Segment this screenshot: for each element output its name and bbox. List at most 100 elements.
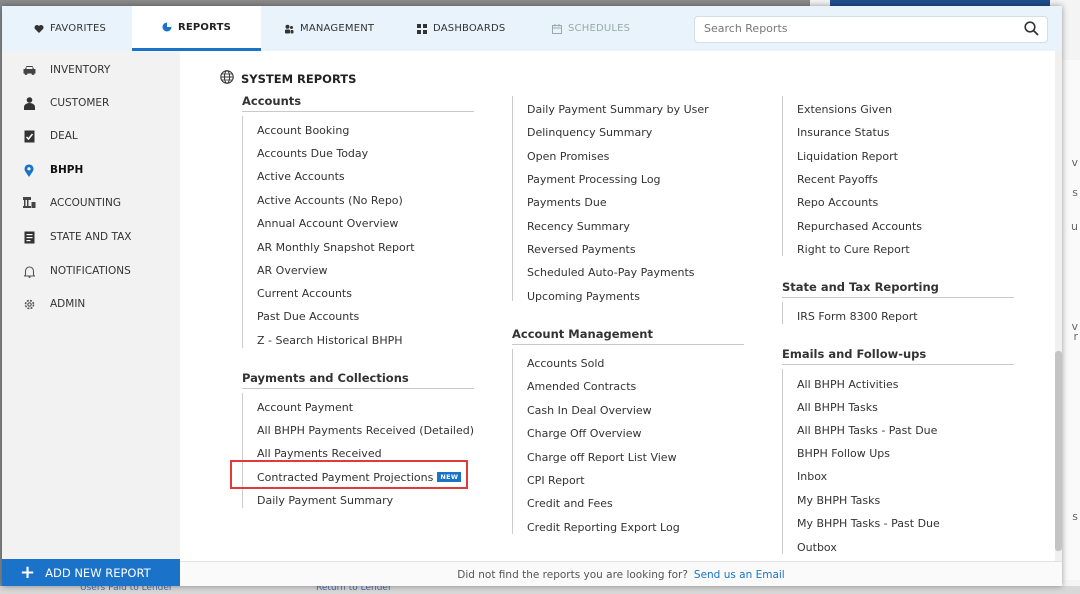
sidebar-item-customer[interactable]: CUSTOMER (22, 94, 109, 112)
search-box (694, 16, 1048, 43)
section-heading-accounts: Accounts (242, 94, 474, 112)
report-link[interactable]: Account Booking (257, 124, 349, 137)
sidebar-item-label: INVENTORY (50, 64, 111, 76)
report-link[interactable]: Reversed Payments (527, 243, 636, 256)
section-heading-account-management: Account Management (512, 327, 744, 345)
report-link[interactable]: Account Payment (257, 401, 353, 414)
report-link[interactable]: Repurchased Accounts (797, 220, 922, 233)
report-link[interactable]: Right to Cure Report (797, 243, 910, 256)
sidebar-item-label: DEAL (50, 130, 78, 142)
globe-icon (220, 70, 234, 87)
search-icon[interactable] (1024, 21, 1039, 40)
footer-text: Did not find the reports you are looking… (457, 568, 688, 581)
content-scrollbar[interactable] (1055, 51, 1062, 561)
report-link[interactable]: Daily Payment Summary (257, 494, 393, 507)
report-link[interactable]: Charge Off Overview (527, 427, 642, 440)
modal-footer: Did not find the reports you are looking… (180, 561, 1062, 586)
report-link[interactable]: Delinquency Summary (527, 126, 652, 139)
gear-icon (22, 297, 36, 311)
report-link[interactable]: Payment Processing Log (527, 173, 661, 186)
section-divider (782, 96, 783, 256)
report-link[interactable]: Recent Payoffs (797, 173, 878, 186)
report-link[interactable]: Liquidation Report (797, 150, 898, 163)
report-link[interactable]: Charge off Report List View (527, 451, 677, 464)
report-link[interactable]: AR Monthly Snapshot Report (257, 241, 415, 254)
sidebar-item-label: BHPH (50, 164, 84, 176)
report-link[interactable]: Active Accounts (257, 170, 345, 183)
scrollbar-thumb[interactable] (1055, 351, 1062, 551)
tab-reports[interactable]: REPORTS (132, 6, 261, 51)
report-link[interactable]: Scheduled Auto-Pay Payments (527, 266, 695, 279)
add-new-report-button[interactable]: + ADD NEW REPORT (2, 559, 180, 586)
report-link[interactable]: Past Due Accounts (257, 310, 359, 323)
report-link[interactable]: CPI Report (527, 474, 585, 487)
report-link[interactable]: IRS Form 8300 Report (797, 310, 918, 323)
report-link[interactable]: All BHPH Tasks - Past Due (797, 424, 937, 437)
sidebar-item-state-and-tax[interactable]: STATE AND TAX (22, 228, 131, 246)
report-link[interactable]: Amended Contracts (527, 380, 636, 393)
sidebar-item-bhph[interactable]: BHPH (22, 161, 83, 179)
report-link[interactable]: AR Overview (257, 264, 327, 277)
section-heading-state-and-tax-reporting: State and Tax Reporting (782, 280, 1014, 298)
sidebar-item-notifications[interactable]: NOTIFICATIONS (22, 262, 131, 280)
tab-management[interactable]: MANAGEMENT (284, 6, 374, 51)
background-text: v (1071, 156, 1078, 169)
sidebar: INVENTORY CUSTOMER DEAL BHPH ACCOUNTING … (2, 51, 180, 586)
send-email-link[interactable]: Send us an Email (694, 569, 785, 581)
reports-top-nav: FAVORITES REPORTS MANAGEMENT DASHBOARDS … (2, 6, 1062, 51)
section-divider (242, 393, 243, 508)
background-text: u (1071, 220, 1078, 233)
background-right-edge: v s u v r s (1060, 60, 1080, 580)
section-heading-payments-and-collections: Payments and Collections (242, 371, 474, 389)
highlight-box (230, 460, 468, 489)
report-link[interactable]: Insurance Status (797, 126, 890, 139)
section-divider (242, 116, 243, 348)
report-link[interactable]: Inbox (797, 470, 827, 483)
report-link[interactable]: Repo Accounts (797, 196, 878, 209)
report-link[interactable]: Current Accounts (257, 287, 352, 300)
sidebar-item-inventory[interactable]: INVENTORY (22, 61, 110, 79)
report-link[interactable]: All BHPH Payments Received (Detailed) (257, 424, 474, 437)
sidebar-item-deal[interactable]: DEAL (22, 127, 78, 145)
report-link[interactable]: All Payments Received (257, 447, 382, 460)
report-link[interactable]: Upcoming Payments (527, 290, 640, 303)
report-link[interactable]: Accounts Sold (527, 357, 604, 370)
sidebar-item-label: CUSTOMER (50, 97, 110, 109)
background-text: s (1072, 510, 1078, 523)
people-icon (284, 24, 294, 34)
report-link[interactable]: Credit Reporting Export Log (527, 521, 680, 534)
report-link[interactable]: Z - Search Historical BHPH (257, 334, 403, 347)
report-link[interactable]: Accounts Due Today (257, 147, 368, 160)
search-input[interactable] (704, 22, 1004, 35)
tab-label: DASHBOARDS (433, 23, 506, 34)
report-link[interactable]: Daily Payment Summary by User (527, 103, 709, 116)
report-link[interactable]: Payments Due (527, 196, 607, 209)
report-link[interactable]: My BHPH Tasks (797, 494, 880, 507)
report-link[interactable]: Annual Account Overview (257, 217, 398, 230)
sidebar-item-label: ADMIN (50, 298, 86, 310)
tab-schedules: SCHEDULES (552, 6, 630, 51)
report-link[interactable]: Credit and Fees (527, 497, 613, 510)
bank-icon (22, 196, 36, 210)
sidebar-item-admin[interactable]: ADMIN (22, 295, 85, 313)
report-link[interactable]: Recency Summary (527, 220, 630, 233)
report-link[interactable]: Cash In Deal Overview (527, 404, 652, 417)
car-icon (22, 63, 36, 77)
tab-label: MANAGEMENT (300, 23, 375, 34)
report-link[interactable]: All BHPH Tasks (797, 401, 878, 414)
report-link[interactable]: Active Accounts (No Repo) (257, 194, 403, 207)
grid-icon (417, 23, 427, 34)
tab-dashboards[interactable]: DASHBOARDS (417, 6, 505, 51)
tab-favorites[interactable]: FAVORITES (34, 6, 106, 51)
report-link[interactable]: All BHPH Activities (797, 378, 899, 391)
pie-chart-icon (162, 22, 172, 32)
report-link[interactable]: Extensions Given (797, 103, 892, 116)
reports-modal: FAVORITES REPORTS MANAGEMENT DASHBOARDS … (2, 6, 1062, 586)
sidebar-item-accounting[interactable]: ACCOUNTING (22, 194, 121, 212)
add-new-report-label: ADD NEW REPORT (45, 565, 151, 580)
report-link[interactable]: BHPH Follow Ups (797, 447, 890, 460)
report-link[interactable]: Open Promises (527, 150, 609, 163)
section-divider (782, 369, 783, 554)
report-link[interactable]: My BHPH Tasks - Past Due (797, 517, 940, 530)
report-link[interactable]: Outbox (797, 541, 837, 554)
